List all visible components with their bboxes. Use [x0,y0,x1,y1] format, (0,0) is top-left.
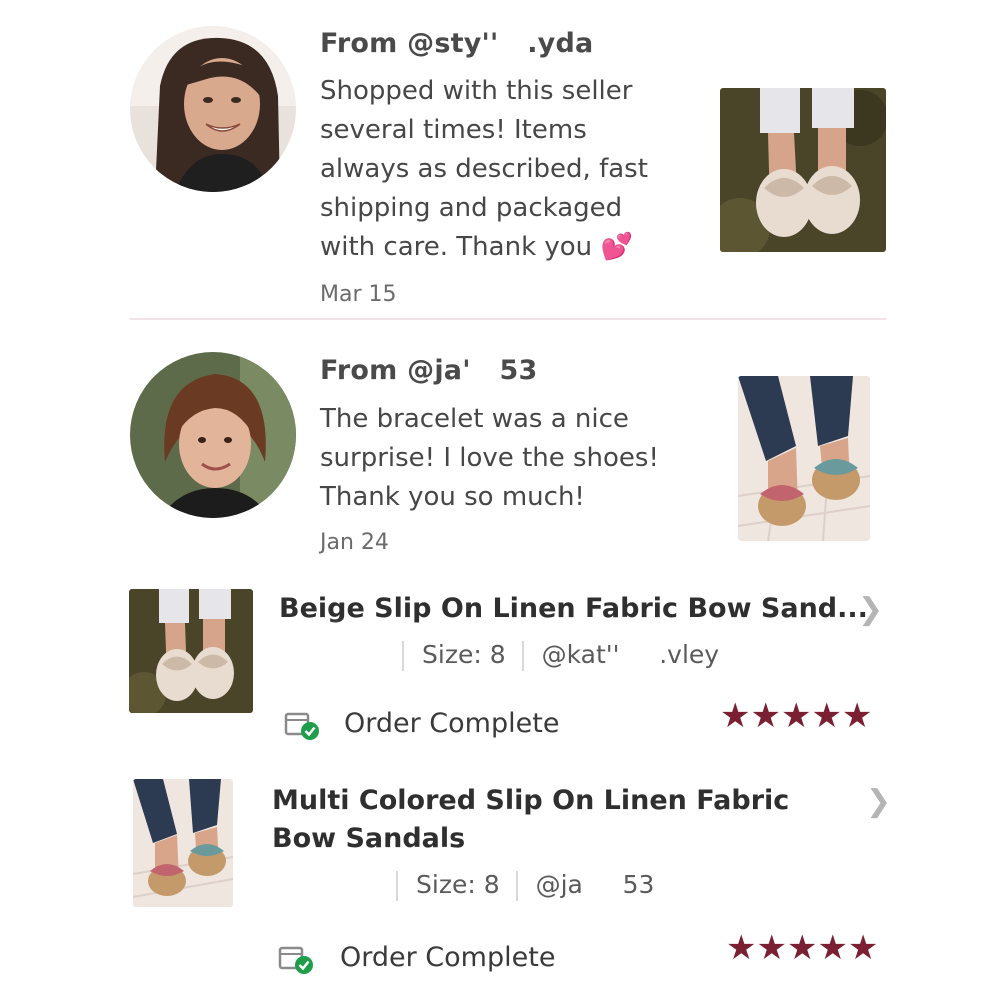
order-product-thumbnail[interactable] [129,589,253,713]
order-title[interactable]: Beige Slip On Linen Fabric Bow Sand... [279,590,868,628]
order-product-thumbnail[interactable] [133,779,233,907]
meta-divider [396,871,398,901]
review-date: Mar 15 [320,282,397,307]
redacted-area [276,870,376,904]
order-seller[interactable]: @ja 53 [536,870,655,899]
multicolor-bow-sandals-photo-icon [738,376,870,541]
woman-smiling-avatar-icon [130,26,296,192]
order-status: Order Complete [340,942,556,973]
order-size: Size: 8 [422,640,506,669]
review-author[interactable]: From @ja' 53 [320,355,537,386]
rating-stars: ★★★★★ [720,696,873,736]
review-author[interactable]: From @sty'' .yda [320,28,593,59]
chevron-right-icon[interactable]: ❯ [858,592,883,627]
beige-bow-sandals-thumbnail-icon [129,589,253,713]
order-title-line[interactable]: Bow Sandals [272,820,465,858]
meta-divider [521,641,524,671]
review-date: Jan 24 [320,530,389,555]
redacted-area [282,640,382,674]
hearts-emoji-icon: 💕 [600,232,633,262]
order-meta: Size: 8 @ja 53 [380,870,654,901]
meta-divider [402,641,404,671]
multicolor-bow-sandals-thumbnail-icon [133,779,233,907]
order-size: Size: 8 [416,870,500,899]
order-seller[interactable]: @kat'' .vley [542,640,720,669]
chevron-right-icon[interactable]: ❯ [866,784,891,819]
order-meta: Size: 8 @kat'' .vley [386,640,719,671]
review-product-photo[interactable] [738,376,870,541]
order-complete-box-icon [283,706,321,742]
order-title-line[interactable]: Multi Colored Slip On Linen Fabric [272,782,789,820]
review-text: The bracelet was a nice surprise! I love… [320,404,659,512]
review-text: Shopped with this seller several times! … [320,72,680,267]
reviewer-avatar[interactable] [130,26,296,192]
review-divider [130,318,886,320]
reviewer-avatar[interactable] [130,352,296,518]
order-status: Order Complete [344,708,560,739]
beige-bow-sandals-photo-icon [720,88,886,252]
rating-stars: ★★★★★ [726,928,879,968]
order-complete-box-icon [277,940,315,976]
review-product-photo[interactable] [720,88,886,252]
woman-portrait-avatar-icon [130,352,296,518]
review-text-body: Shopped with this seller several times! … [320,76,648,262]
meta-divider [515,871,518,901]
